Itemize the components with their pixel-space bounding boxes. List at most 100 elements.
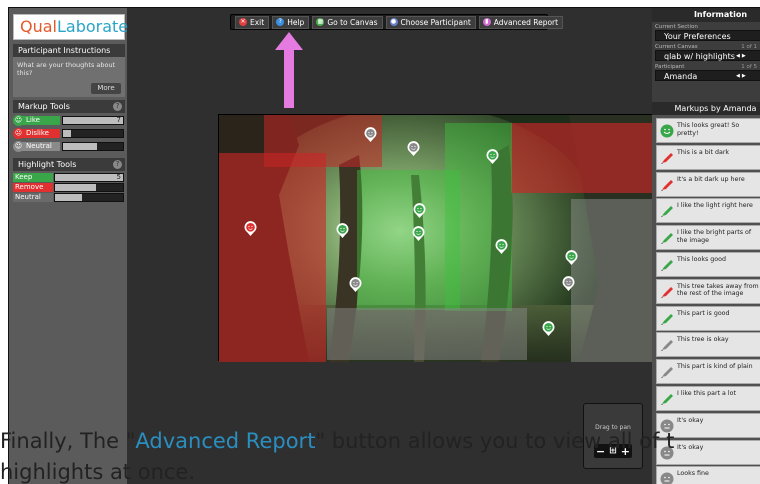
highlight-tool-count: 5 [116, 173, 121, 181]
help-button[interactable]: ? Help [272, 15, 310, 29]
markup-item[interactable]: I like the bright parts of the image [656, 225, 760, 251]
highlight-tool-bar-fill [55, 194, 83, 201]
markup-item-text: I like the bright parts of the image [677, 229, 752, 244]
caption-line-2: highlights at once. [0, 460, 196, 484]
toolbar-button-label: Advanced Report [493, 17, 559, 27]
markup-tools-help-icon[interactable]: ? [113, 102, 122, 111]
caption-line-1: Finally, The "Advanced Report" button al… [0, 426, 760, 457]
markup-tool-bar-fill [63, 117, 123, 124]
markup-tool-neutral[interactable]: Neutral ☺ 4 [13, 141, 125, 152]
highlight-tool-remove[interactable]: Remove 3 [13, 183, 125, 192]
like-marker-icon[interactable] [336, 223, 349, 238]
neutral-face-icon: ☺ [13, 141, 24, 152]
neutral-marker-icon[interactable] [364, 127, 377, 142]
markup-tool-label: Neutral [22, 142, 60, 151]
like-marker-icon[interactable] [495, 239, 508, 254]
current-section-value: Your Preferences [655, 30, 760, 41]
toolbar-button-label: Choose Participant [400, 17, 471, 27]
advanced-report-button[interactable]: ▮ Advanced Report [478, 15, 564, 29]
neutral-pen-icon [661, 340, 673, 352]
go-to-canvas-button[interactable]: ▦ Go to Canvas [312, 15, 383, 29]
highlight-tool-neutral[interactable]: Neutral 2 [13, 193, 125, 202]
exit-icon: ✕ [239, 18, 247, 26]
like-marker-icon[interactable] [542, 321, 555, 336]
participant-nav-arrows-icon[interactable]: ◀▶ [736, 72, 756, 80]
like-marker-icon[interactable] [486, 149, 499, 164]
markup-tool-bar-fill [63, 143, 98, 150]
remove-pen-icon [661, 286, 673, 298]
participant-icon: ● [389, 18, 398, 26]
more-button[interactable]: More [91, 83, 121, 94]
markup-item[interactable]: This looks great! So pretty! [656, 118, 760, 143]
markup-item-text: This tree takes away from the rest of th… [677, 282, 759, 298]
markup-item-text: It's okay [677, 416, 704, 424]
qualaborate-logo: QualLaborate [13, 14, 129, 40]
markup-item[interactable]: This part is good [656, 305, 760, 331]
neutral-marker-icon[interactable] [349, 277, 362, 292]
markup-tools-header: Markup Tools? [13, 100, 125, 113]
highlight-tool-bar: 5 [54, 173, 124, 182]
keep-pen-icon [661, 233, 673, 245]
neutral-marker-icon[interactable] [407, 141, 420, 156]
top-toolbar: ✕ Exit? Help ▦ Go to Canvas ● Choose Participa… [230, 14, 564, 30]
markup-item[interactable]: This tree takes away from the rest of th… [656, 278, 760, 304]
participant-selector[interactable]: Amanda ◀▶ [655, 70, 760, 81]
neutral-pen-icon [661, 367, 673, 379]
markup-item[interactable]: This tree is okay [656, 332, 760, 358]
markup-item[interactable]: I like the light right here [656, 198, 760, 224]
markup-item[interactable]: I like this part a lot [656, 386, 760, 411]
caption-advanced-report-link[interactable]: Advanced Report [135, 429, 315, 453]
neutral-marker-icon[interactable] [562, 276, 575, 291]
logo-qual: Qual [20, 17, 57, 36]
markup-tool-bar: 7 [62, 116, 124, 125]
highlight-tools-help-icon[interactable]: ? [113, 160, 122, 169]
highlight-tools-header: Highlight Tools? [13, 158, 125, 171]
participant-text: Amanda [664, 72, 698, 81]
markup-tool-like[interactable]: Like ☺ 7 [13, 115, 125, 126]
remove-pen-icon [661, 152, 673, 164]
toolbar-button-label: Help [287, 17, 305, 27]
highlight-tool-count: 2 [116, 193, 121, 201]
information-header: Information [652, 8, 760, 22]
caption-text-1: Finally, The " [0, 429, 136, 453]
forest-image[interactable] [219, 115, 656, 362]
highlight-tool-keep[interactable]: Keep 5 [13, 173, 125, 182]
instructions-box: What are your thoughts about this? More [13, 57, 125, 97]
like-face-icon [660, 124, 674, 138]
highlight-tool-bar: 2 [54, 193, 124, 202]
current-canvas-selector[interactable]: qlab w/ highlights ◀▶ [655, 50, 760, 61]
markup-tool-bar: 4 [62, 142, 124, 151]
instructions-header: Participant Instructions [13, 44, 125, 57]
markup-tool-label: Like [22, 116, 60, 125]
markup-tool-bar: 1 [62, 129, 124, 138]
logo-laborate: Laborate [56, 17, 129, 36]
canvas-nav-arrows-icon[interactable]: ◀▶ [736, 52, 756, 60]
canvas-icon: ▦ [316, 18, 325, 26]
toolbar-button-label: Exit [250, 17, 265, 27]
markup-item-text: I like the light right here [677, 202, 753, 210]
like-marker-icon[interactable] [565, 250, 578, 265]
left-sidebar: QualLaborate Participant Instructions Wh… [9, 8, 129, 484]
markup-item[interactable]: This looks good [656, 252, 760, 277]
report-icon: ▮ [482, 18, 491, 26]
like-marker-icon[interactable] [413, 203, 426, 218]
markup-item[interactable]: It's a bit dark up here [656, 171, 760, 197]
pink-arrow-icon [275, 32, 303, 108]
like-marker-icon[interactable] [412, 226, 425, 241]
markup-item-text: This looks great! So pretty! [677, 122, 740, 137]
right-panel: Information Current Section Your Prefere… [652, 8, 760, 484]
keep-pen-icon [661, 260, 673, 271]
help-icon: ? [276, 18, 285, 26]
exit-button[interactable]: ✕ Exit [235, 15, 270, 29]
image-canvas[interactable] [218, 114, 656, 362]
markup-tool-dislike[interactable]: Dislike ☹ 1 [13, 128, 125, 139]
markup-item[interactable]: This part is kind of plain [656, 359, 760, 385]
markup-item-text: This looks good [677, 256, 726, 263]
qualaborate-app: QualLaborate Participant Instructions Wh… [8, 7, 760, 484]
highlight-tool-label: Neutral [13, 193, 53, 202]
highlight-tool-count: 3 [116, 183, 121, 191]
dislike-marker-icon[interactable] [244, 221, 257, 236]
choose-participant-button[interactable]: ● Choose Participant [385, 15, 476, 29]
markup-item[interactable]: This is a bit dark [656, 144, 760, 170]
current-section-text: Your Preferences [664, 32, 731, 41]
